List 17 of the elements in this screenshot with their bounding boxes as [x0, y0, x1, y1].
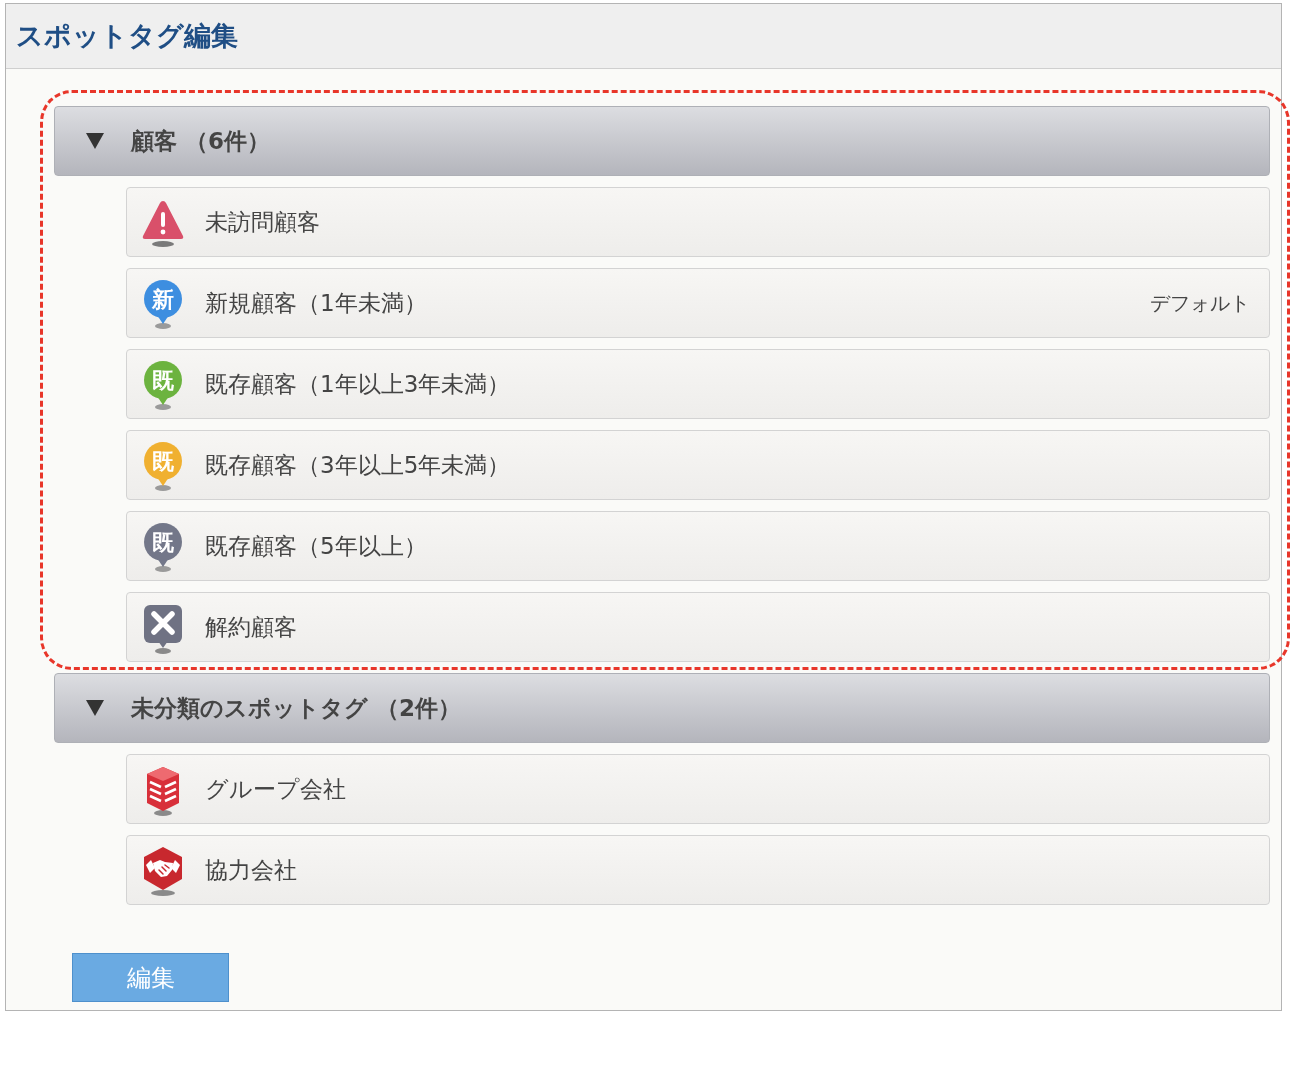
warning-icon — [141, 198, 185, 250]
tag-name: 解約顧客 — [205, 612, 297, 642]
tag-name: グループ会社 — [205, 774, 346, 804]
tag-name: 既存顧客（5年以上） — [205, 531, 427, 561]
tag-name: 既存顧客（3年以上5年未満） — [205, 450, 511, 480]
group-title: 未分類のスポットタグ （2件） — [131, 693, 461, 723]
panel-title: スポットタグ編集 — [16, 19, 238, 53]
tag-name: 未訪問顧客 — [205, 207, 320, 237]
tag-name: 新規顧客（1年未満） — [205, 288, 427, 318]
tag-name: 協力会社 — [205, 855, 297, 885]
default-label: デフォルト — [1150, 289, 1250, 317]
tag-name: 既存顧客（1年以上3年未満） — [205, 369, 511, 399]
handshake-icon — [141, 846, 185, 898]
close-icon — [141, 603, 185, 655]
group-title: 顧客 （6件） — [131, 126, 270, 156]
group-header[interactable]: 顧客 （6件） — [54, 106, 1270, 176]
group-header[interactable]: 未分類のスポットタグ （2件） — [54, 673, 1270, 743]
